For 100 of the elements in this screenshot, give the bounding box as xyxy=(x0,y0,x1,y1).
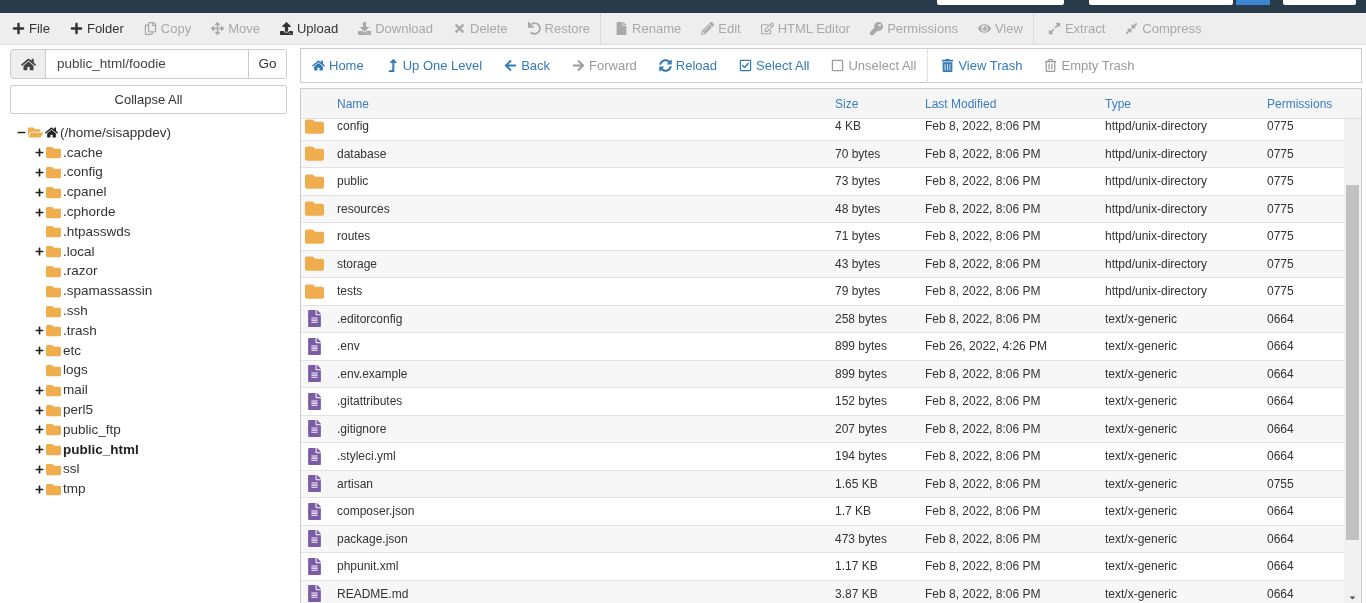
tree-item[interactable]: .ssh xyxy=(63,300,88,322)
plus-icon[interactable] xyxy=(35,326,44,336)
table-cell-text: 73 bytes xyxy=(835,173,881,191)
table-cell-text: Feb 8, 2022, 8:06 PM xyxy=(925,585,1041,603)
table-row[interactable]: .env.example 899 bytes Feb 8, 2022, 8:06 PM text/x-generic 0664 xyxy=(301,360,1344,388)
expand-arrows-icon xyxy=(1047,22,1061,35)
table-cell: httpd/unix-directory xyxy=(1105,119,1208,136)
input-field[interactable] xyxy=(1283,0,1356,5)
table-cell-text: httpd/unix-directory xyxy=(1105,173,1208,191)
tree-item[interactable]: etc xyxy=(63,340,81,361)
plus-icon[interactable] xyxy=(35,148,44,158)
column-header[interactable]: Size xyxy=(835,94,859,113)
table-cell-text: Feb 8, 2022, 8:06 PM xyxy=(925,200,1041,218)
plus-icon[interactable] xyxy=(35,464,44,474)
path-field[interactable]: public_html/foodie xyxy=(46,49,248,79)
folder-icon xyxy=(305,171,324,191)
tree-item[interactable]: .htpasswds xyxy=(63,221,131,242)
file-icon xyxy=(306,447,323,465)
table-row[interactable]: storage 43 bytes Feb 8, 2022, 8:06 PM httpd/unix-directory 0775 xyxy=(301,250,1344,278)
table-row[interactable]: resources 48 bytes Feb 8, 2022, 8:06 PM httpd/unix-directory 0775 xyxy=(301,195,1344,223)
tree-item[interactable]: ssl xyxy=(63,459,80,480)
table-cell-text: tests xyxy=(337,283,363,301)
tree-item[interactable]: public_ftp xyxy=(63,419,121,440)
eye-icon xyxy=(977,22,991,35)
table-cell-text: 43 bytes xyxy=(835,255,881,273)
table-cell-text: 0664 xyxy=(1267,338,1294,356)
table-cell-text: Feb 8, 2022, 8:06 PM xyxy=(925,173,1041,191)
go-button[interactable]: Go xyxy=(248,49,287,79)
column-header[interactable]: Name xyxy=(337,94,369,113)
tree-item[interactable]: .trash xyxy=(63,320,97,341)
table-cell-text: 0664 xyxy=(1267,420,1294,438)
table-cell-text: text/x-generic xyxy=(1105,365,1178,383)
plus-icon[interactable] xyxy=(35,425,44,435)
trash-icon xyxy=(1044,59,1058,72)
plus-icon[interactable] xyxy=(35,346,44,356)
tree-item[interactable]: logs xyxy=(63,360,88,381)
toolbar-button[interactable]: Upload xyxy=(269,13,349,44)
scroll-down-arrow-icon[interactable] xyxy=(1348,593,1357,602)
plus-icon[interactable] xyxy=(35,385,44,395)
plus-icon[interactable] xyxy=(35,207,44,217)
table-cell-text: text/x-generic xyxy=(1105,475,1178,493)
plus-icon[interactable] xyxy=(35,187,44,197)
table-row[interactable]: package.json 473 bytes Feb 8, 2022, 8:06 PM text/x-generic 0664 xyxy=(301,525,1344,553)
home-icon xyxy=(312,59,325,72)
table-cell: 4 KB xyxy=(835,119,861,136)
toolbar-button[interactable]: Reload xyxy=(647,50,728,81)
tree-item[interactable]: .cpanel xyxy=(63,182,107,203)
table-cell-text: database xyxy=(337,145,387,163)
toolbar-button[interactable]: View Trash xyxy=(930,50,1034,81)
plus-icon[interactable] xyxy=(35,247,44,257)
file-icon xyxy=(306,475,323,493)
plus-icon[interactable] xyxy=(35,168,44,177)
toolbar-button[interactable]: Folder xyxy=(59,13,134,44)
tree-item[interactable]: perl5 xyxy=(63,399,94,421)
tree-item[interactable]: (/home/sisappdev) xyxy=(60,122,172,144)
toolbar-button[interactable]: Back xyxy=(493,50,562,81)
search-field[interactable] xyxy=(937,0,1064,5)
table-cell-text: 0775 xyxy=(1267,283,1294,301)
table-row[interactable]: database 70 bytes Feb 8, 2022, 8:06 PM httpd/unix-directory 0775 xyxy=(301,140,1344,168)
move-arrows-icon xyxy=(211,22,225,35)
tree-item[interactable]: .razor xyxy=(63,261,98,282)
toolbar-button[interactable]: Home xyxy=(301,50,375,81)
tree-item[interactable]: .spamassassin xyxy=(63,281,153,302)
table-row[interactable]: config 4 KB Feb 8, 2022, 8:06 PM httpd/unix-directory 0775 xyxy=(301,119,1344,141)
plus-icon[interactable] xyxy=(35,445,44,455)
table-cell-text: text/x-generic xyxy=(1105,503,1178,521)
table-row[interactable]: .editorconfig 258 bytes Feb 8, 2022, 8:06 PM text/x-generic 0664 xyxy=(301,305,1344,333)
table-row[interactable]: README.md 3.87 KB Feb 8, 2022, 8:06 PM text/x-generic 0664 xyxy=(301,580,1344,603)
tree-item[interactable]: mail xyxy=(63,380,88,401)
column-header[interactable]: Type xyxy=(1105,94,1131,113)
toolbar-button[interactable]: File xyxy=(2,13,60,44)
column-header[interactable]: Permissions xyxy=(1267,94,1333,113)
table-row[interactable]: .gitignore 207 bytes Feb 8, 2022, 8:06 PM text/x-generic 0664 xyxy=(301,415,1344,443)
tree-item[interactable]: tmp xyxy=(63,479,86,500)
file-icon xyxy=(306,530,323,548)
input-field[interactable] xyxy=(1089,0,1233,5)
table-cell-text: 0664 xyxy=(1267,530,1294,548)
table-cell-text: 0775 xyxy=(1267,145,1294,163)
table-row[interactable]: artisan 1.65 KB Feb 8, 2022, 8:06 PM text/x-generic 0755 xyxy=(301,470,1344,498)
tree-item[interactable]: public_html xyxy=(63,439,139,460)
scrollbar-thumb[interactable] xyxy=(1346,185,1359,540)
table-cell-text: .styleci.yml xyxy=(337,448,396,466)
plus-icon[interactable] xyxy=(35,405,44,415)
tree-item[interactable]: .config xyxy=(63,162,103,183)
home-button[interactable] xyxy=(10,49,46,79)
toolbar-button[interactable]: Up One Level xyxy=(374,50,494,81)
column-header[interactable]: Last Modified xyxy=(925,94,997,113)
table-cell-text: 0755 xyxy=(1267,475,1294,493)
table-cell-text: routes xyxy=(337,228,371,246)
plus-icon[interactable] xyxy=(35,484,44,494)
collapse-all-button[interactable]: Collapse All xyxy=(10,85,287,114)
table-cell-text: 0775 xyxy=(1267,173,1294,191)
tree-item[interactable]: .cphorde xyxy=(63,201,116,223)
table-cell-text: Feb 8, 2022, 8:06 PM xyxy=(925,475,1041,493)
table-cell-text: 3.87 KB xyxy=(835,585,878,603)
table-cell-text: 0664 xyxy=(1267,448,1294,466)
tree-item[interactable]: .local xyxy=(63,241,95,262)
tree-item[interactable]: .cache xyxy=(63,142,103,163)
toolbar-button[interactable]: Select All xyxy=(728,50,821,81)
refresh-icon xyxy=(658,59,672,72)
